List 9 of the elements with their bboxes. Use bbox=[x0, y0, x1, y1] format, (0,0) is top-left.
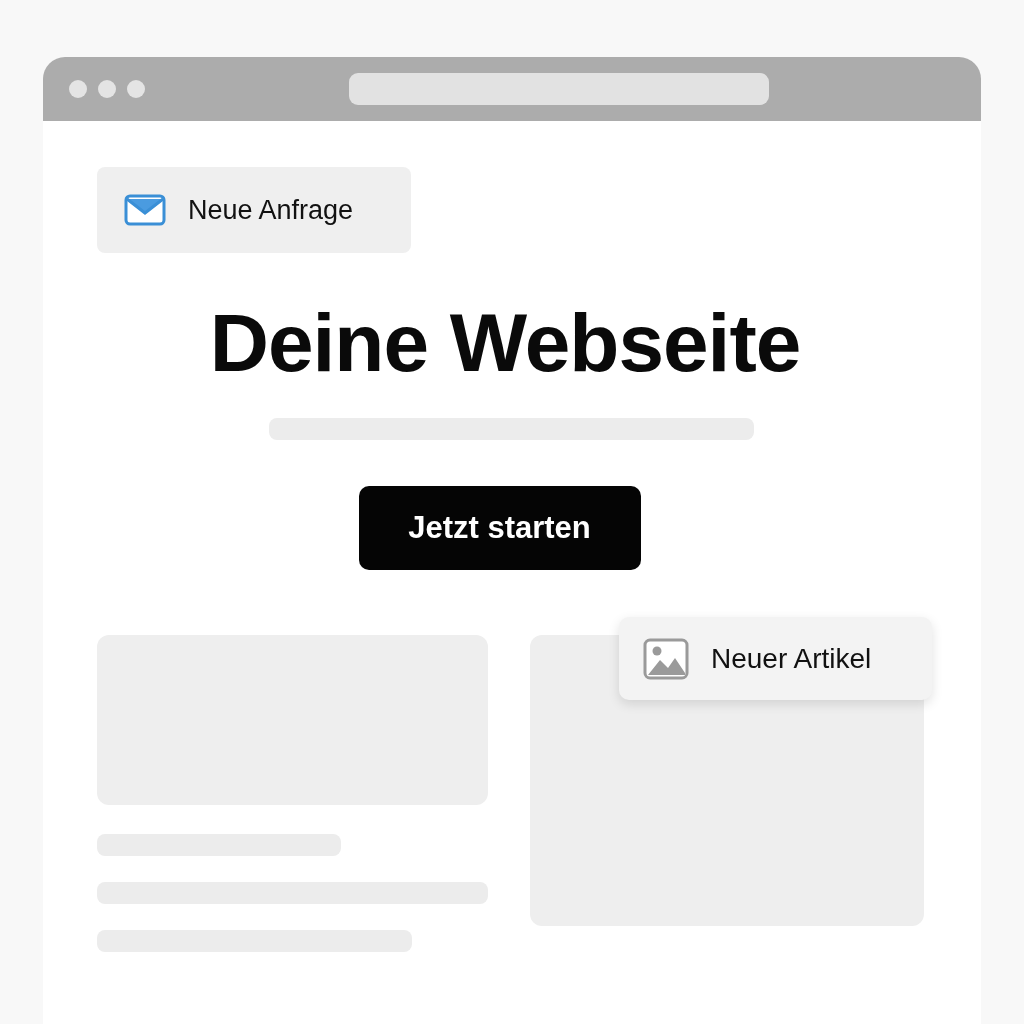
window-dot bbox=[127, 80, 145, 98]
notification-label: Neue Anfrage bbox=[188, 193, 354, 227]
article-label: Neuer Artikel bbox=[711, 641, 872, 676]
window-dot bbox=[69, 80, 87, 98]
image-icon bbox=[643, 637, 689, 680]
start-button[interactable]: Jetzt starten bbox=[358, 486, 641, 570]
hero-heading: Deine Webseite bbox=[208, 296, 802, 390]
window-dot bbox=[98, 80, 116, 98]
mail-icon bbox=[124, 194, 166, 226]
